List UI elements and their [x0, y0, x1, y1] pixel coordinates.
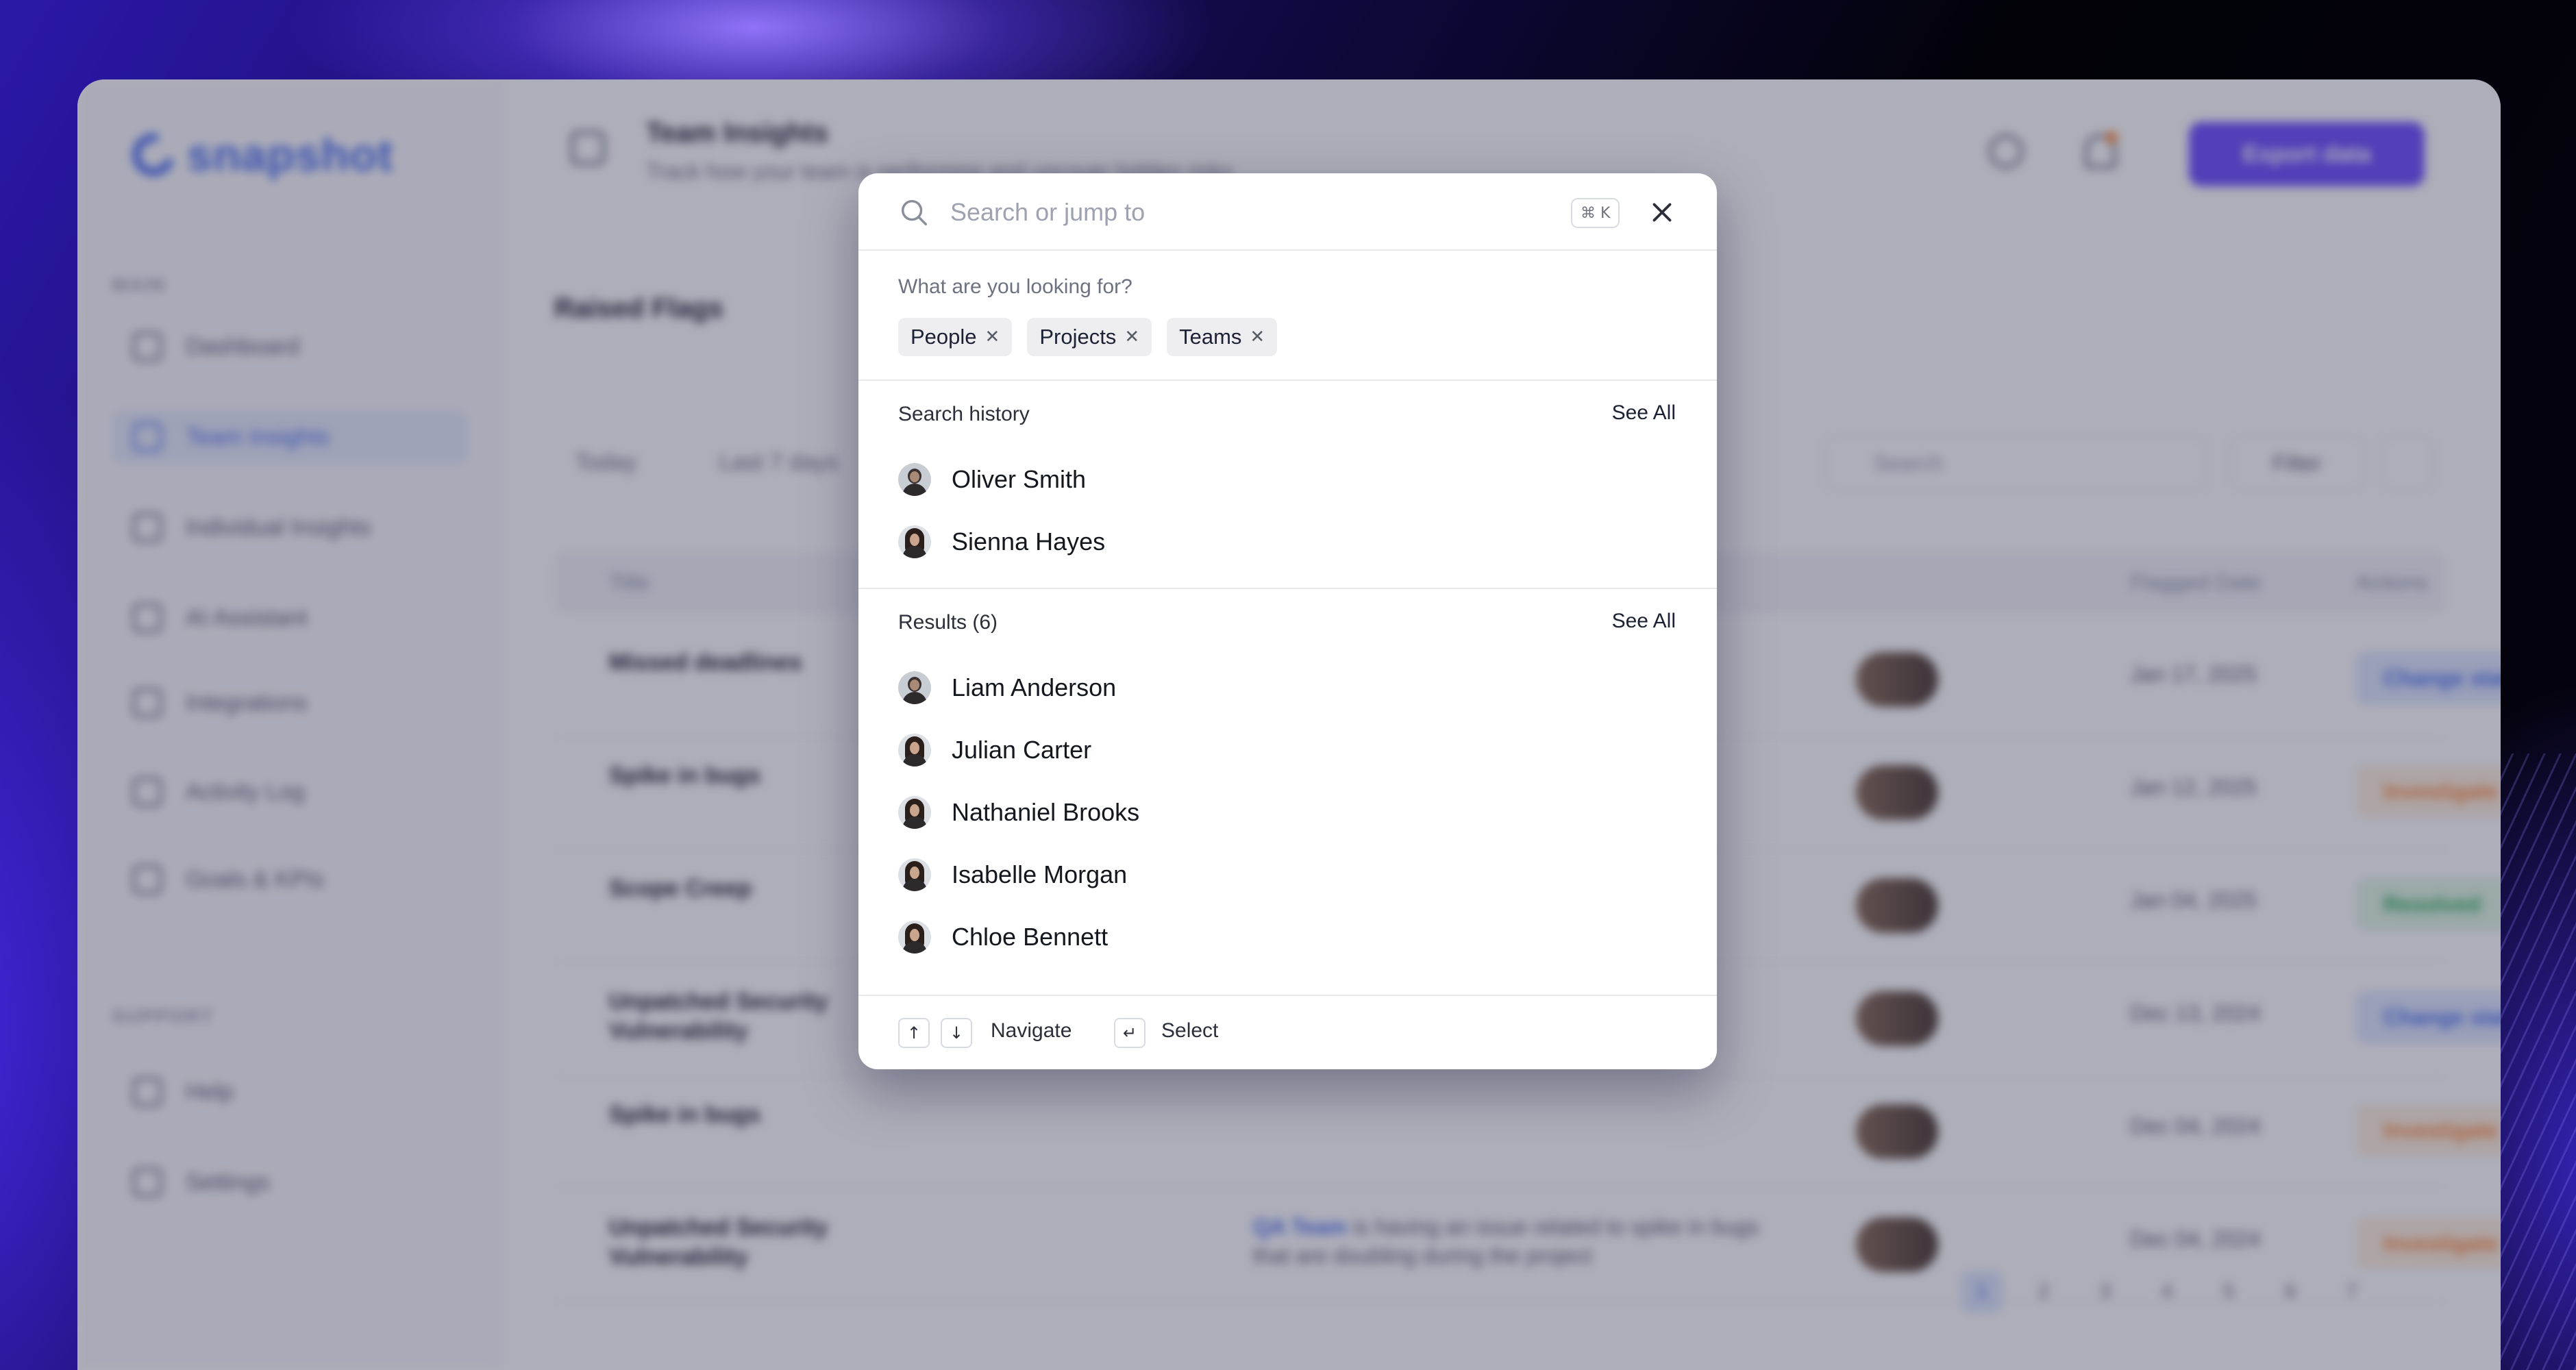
filter-chip-projects[interactable]: Projects ✕ — [1027, 318, 1152, 356]
person-name: Isabelle Morgan — [952, 860, 1128, 888]
navigate-hint: Navigate — [991, 1019, 1072, 1042]
filter-chips: People ✕ Projects ✕ Teams ✕ — [898, 318, 1278, 356]
palette-search-bar: ⌘ K — [858, 173, 1717, 251]
arrow-up-icon: ↑ — [898, 1018, 930, 1048]
results-title: Results (6) — [898, 611, 998, 634]
chip-label: Projects — [1039, 325, 1117, 349]
person-name: Julian Carter — [952, 735, 1092, 764]
search-input[interactable] — [950, 191, 1512, 234]
avatar — [898, 525, 931, 558]
person-name: Oliver Smith — [952, 464, 1087, 493]
remove-chip-icon[interactable]: ✕ — [1250, 327, 1265, 347]
list-item[interactable]: Oliver Smith — [898, 448, 1105, 510]
filter-chip-teams[interactable]: Teams ✕ — [1167, 318, 1278, 356]
avatar — [898, 462, 931, 496]
search-history-section: Search history See All Oliver Smith Sien… — [858, 381, 1717, 589]
person-name: Sienna Hayes — [952, 527, 1106, 556]
list-item[interactable]: Nathaniel Brooks — [898, 781, 1139, 843]
list-item[interactable]: Isabelle Morgan — [898, 843, 1139, 906]
search-history-title: Search history — [898, 403, 1030, 425]
results-list: Liam Anderson Julian Carter Nathaniel Br… — [898, 656, 1139, 968]
avatar — [898, 858, 931, 891]
results-see-all-link[interactable]: See All — [1612, 610, 1676, 633]
person-name: Chloe Bennett — [952, 922, 1109, 951]
avatar — [898, 795, 931, 829]
remove-chip-icon[interactable]: ✕ — [1124, 327, 1139, 347]
history-see-all-link[interactable]: See All — [1612, 401, 1676, 425]
list-item[interactable]: Chloe Bennett — [898, 906, 1139, 968]
chip-label: Teams — [1179, 325, 1242, 349]
enter-key-icon: ↵ — [1114, 1018, 1145, 1048]
filter-prompt: What are you looking for? — [898, 275, 1132, 298]
palette-footer: ↑ ↓ Navigate ↵ Select — [858, 996, 1717, 1069]
list-item[interactable]: Sienna Hayes — [898, 510, 1105, 573]
select-hint: Select — [1161, 1019, 1219, 1042]
avatar — [898, 733, 931, 767]
chip-label: People — [911, 325, 977, 349]
avatar — [898, 671, 931, 704]
history-list: Oliver Smith Sienna Hayes — [898, 448, 1105, 573]
close-icon[interactable] — [1646, 197, 1678, 228]
list-item[interactable]: Liam Anderson — [898, 656, 1139, 719]
remove-chip-icon[interactable]: ✕ — [985, 327, 1000, 347]
person-name: Liam Anderson — [952, 673, 1117, 701]
person-name: Nathaniel Brooks — [952, 797, 1140, 826]
results-section: Results (6) See All Liam Anderson Julian… — [858, 589, 1717, 996]
search-icon — [901, 199, 927, 225]
avatar — [898, 920, 931, 954]
list-item[interactable]: Julian Carter — [898, 719, 1139, 781]
command-palette: ⌘ K What are you looking for? People ✕ P… — [858, 173, 1717, 1069]
arrow-down-icon: ↓ — [941, 1018, 972, 1048]
shortcut-hint: ⌘ K — [1571, 198, 1620, 228]
filter-chip-people[interactable]: People ✕ — [898, 318, 1013, 356]
filter-section: What are you looking for? People ✕ Proje… — [858, 251, 1717, 381]
